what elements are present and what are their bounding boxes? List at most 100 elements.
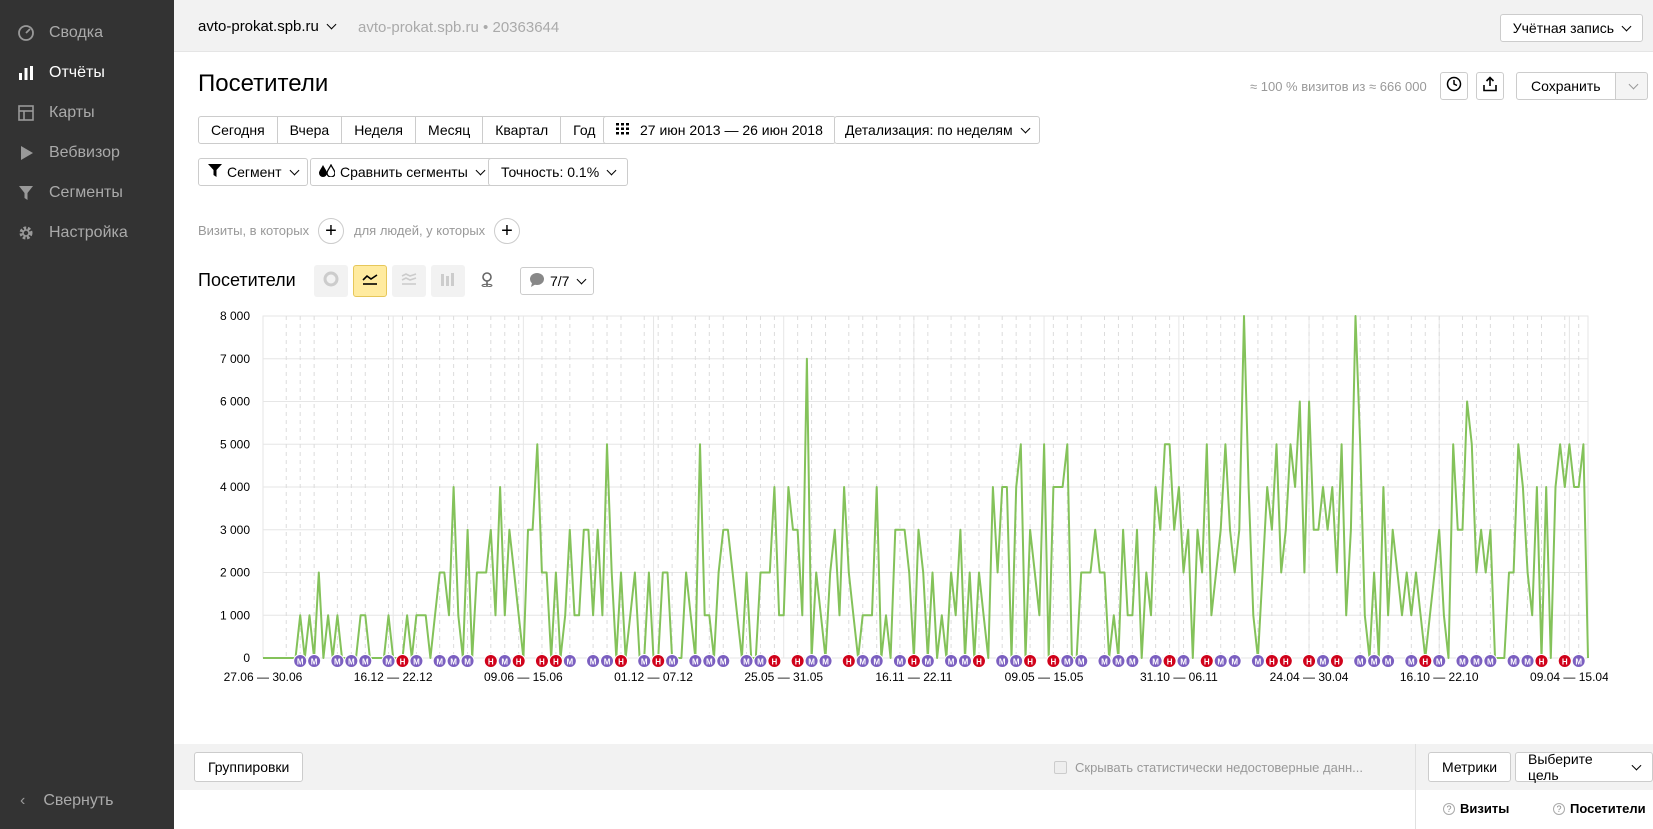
groupings-button[interactable]: Группировки [194,752,304,782]
annotation-marker-label: М [1320,658,1327,667]
annotation-marker-label: М [1408,658,1415,667]
sidebar-item-webvisor[interactable]: Вебвизор [0,134,174,172]
hide-unreliable-label: Скрывать статистически недостоверные дан… [1075,760,1364,775]
save-button-group: Сохранить [1516,72,1648,100]
checkbox-box [1054,761,1067,774]
annotation-marker-label: Н [1539,658,1545,667]
y-tick-label: 7 000 [220,352,250,366]
add-people-condition-button[interactable]: + [494,218,520,244]
chevron-down-icon [289,165,300,175]
goal-selector[interactable]: Выберите цель [1515,751,1653,783]
play-icon [16,143,36,163]
annotation-marker-label: Н [488,658,494,667]
add-visit-condition-button[interactable]: + [318,218,344,244]
chart-notes-button[interactable]: 7/7 [520,267,595,295]
save-options-button[interactable] [1615,72,1648,100]
goal-label: Выберите цель [1528,751,1593,783]
account-button[interactable]: Учётная запись [1499,14,1643,42]
sidebar-item-summary[interactable]: Сводка [0,14,174,52]
column-label: Посетители [1570,801,1646,816]
annotation-marker-label: М [1078,658,1085,667]
annotation-marker-label: М [743,658,750,667]
chart-type-line[interactable] [353,265,387,297]
site-name: avto-prokat.spb.ru [198,18,319,35]
y-tick-label: 6 000 [220,395,250,409]
sidebar: Сводка Отчёты Карты Вебвизор Сегменты На… [0,0,174,829]
annotation-marker-label: М [1473,658,1480,667]
column-divider [1415,744,1416,829]
column-header-visits[interactable]: ? Визиты [1443,801,1509,816]
site-selector[interactable]: avto-prokat.spb.ru [198,18,337,35]
chart-type-map[interactable] [470,265,504,297]
sidebar-item-reports[interactable]: Отчёты [0,54,174,92]
chart-type-pie[interactable] [314,265,348,297]
annotation-marker-label: М [706,658,713,667]
annotation-marker-label: Н [1050,658,1056,667]
x-tick-label: 25.05 — 31.05 [744,670,823,684]
chevron-down-icon [606,165,617,175]
y-tick-label: 5 000 [220,437,250,451]
y-tick-label: 1 000 [220,608,250,622]
column-header-visitors[interactable]: ? Посетители [1553,801,1646,816]
compare-label: Сравнить сегменты [340,164,468,180]
annotation-marker-label: М [1436,658,1443,667]
detail-selector[interactable]: Детализация: по неделям [834,116,1040,144]
drops-icon [319,163,336,180]
annotation-marker-label: Н [846,658,852,667]
annotation-marker-label: М [948,658,955,667]
annotation-marker-label: М [757,658,764,667]
annotation-marker-label: М [669,658,676,667]
annotation-marker-label: Н [618,658,624,667]
annotation-marker-label: М [501,658,508,667]
annotation-marker-label: М [859,658,866,667]
annotation-marker-label: М [1115,658,1122,667]
annotation-marker-label: М [1459,658,1466,667]
period-quarter[interactable]: Квартал [483,117,562,143]
annotation-marker-label: Н [553,658,559,667]
save-button[interactable]: Сохранить [1516,72,1616,100]
period-week[interactable]: Неделя [342,117,417,143]
bar-chart-icon [440,272,456,291]
y-tick-label: 3 000 [220,523,250,537]
accuracy-selector[interactable]: Точность: 0.1% [488,158,629,186]
annotation-marker-label: Н [911,658,917,667]
hide-unreliable-checkbox[interactable]: Скрывать статистически недостоверные дан… [1054,760,1363,775]
annotation-marker-label: М [311,658,318,667]
sidebar-item-settings[interactable]: Настройка [0,214,174,252]
annotation-marker-label: М [1255,658,1262,667]
period-month[interactable]: Месяц [416,117,484,143]
annotation-marker-label: М [924,658,931,667]
annotation-marker-label: Н [1283,658,1289,667]
period-today[interactable]: Сегодня [199,117,278,143]
column-label: Визиты [1460,801,1510,816]
segment-button[interactable]: Сегмент [198,158,308,186]
annotation-marker-label: Н [1422,658,1428,667]
y-tick-label: 0 [243,651,250,665]
x-tick-label: 09.04 — 15.04 [1530,670,1608,684]
annotation-marker-label: Н [400,658,406,667]
sidebar-collapse-button[interactable]: ‹ Свернуть [0,782,174,820]
annotation-marker-label: М [348,658,355,667]
history-button[interactable] [1440,72,1468,100]
compare-segments-button[interactable]: Сравнить сегменты [310,158,493,186]
chart-type-bar[interactable] [431,265,465,297]
gear-icon [16,223,36,243]
sidebar-item-segments[interactable]: Сегменты [0,174,174,212]
annotation-marker-label: М [641,658,648,667]
period-yesterday[interactable]: Вчера [278,117,343,143]
annotation-marker-label: М [808,658,815,667]
export-button[interactable] [1476,72,1504,100]
sidebar-item-label: Отчёты [49,64,105,81]
sidebar-item-maps[interactable]: Карты [0,94,174,132]
annotation-marker-label: М [1064,658,1071,667]
chart-type-area[interactable] [392,265,426,297]
date-range-button[interactable]: 27 июн 2013 — 26 июн 2018 [603,116,836,144]
sidebar-item-label: Вебвизор [49,144,120,161]
period-year[interactable]: Год [561,117,607,143]
annotation-marker-label: Н [1269,658,1275,667]
area-chart-icon [401,272,417,291]
chevron-down-icon [577,274,587,284]
segment-label: Сегмент [227,164,282,180]
page-title: Посетители [198,70,329,97]
metrics-button[interactable]: Метрики [1428,752,1512,782]
